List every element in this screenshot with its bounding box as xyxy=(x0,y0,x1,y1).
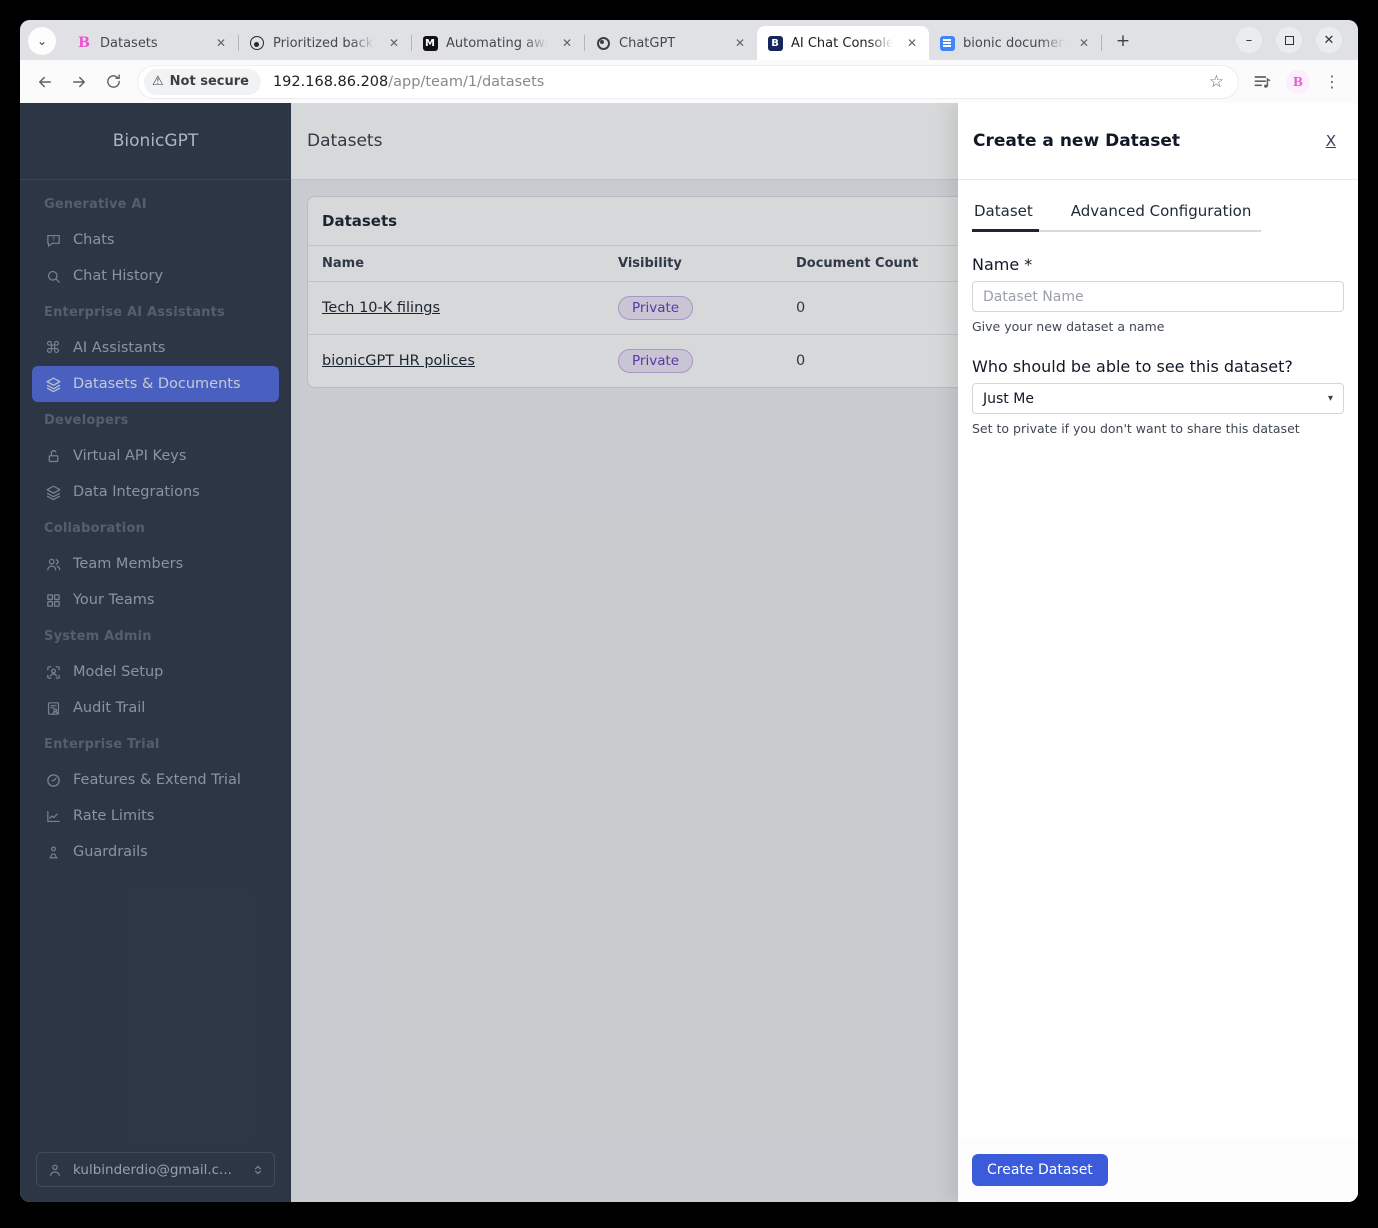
close-window-button[interactable]: ✕ xyxy=(1316,27,1342,53)
window-controls: – ✕ xyxy=(1236,20,1358,60)
browser-window: ⌄ B Datasets ✕ Prioritized backl ✕ M Aut… xyxy=(20,20,1358,1202)
back-icon xyxy=(39,76,51,87)
new-tab-button[interactable]: + xyxy=(1110,28,1136,54)
modal-overlay xyxy=(20,103,958,1202)
maximize-button[interactable] xyxy=(1276,27,1302,53)
reload-icon xyxy=(106,74,120,88)
medium-favicon-icon: M xyxy=(422,35,438,51)
close-icon[interactable]: ✕ xyxy=(558,34,576,52)
security-label: Not secure xyxy=(169,74,249,89)
warning-icon: ⚠ xyxy=(152,74,164,89)
name-label: Name * xyxy=(972,255,1033,274)
tab-search-button[interactable]: ⌄ xyxy=(28,27,56,55)
address-bar[interactable]: ⚠ Not secure 192.168.86.208/app/team/1/d… xyxy=(138,65,1238,98)
panel-title: Create a new Dataset xyxy=(973,131,1181,151)
tab-automating[interactable]: M Automating awa ✕ xyxy=(412,26,584,60)
panel-footer: Create Dataset xyxy=(958,1139,1358,1202)
bookmark-star-icon[interactable]: ☆ xyxy=(1203,72,1230,92)
security-chip[interactable]: ⚠ Not secure xyxy=(144,68,261,95)
bionicgpt-favicon-icon: B xyxy=(78,35,90,51)
close-icon[interactable]: ✕ xyxy=(212,34,230,52)
browser-toolbar: ⚠ Not secure 192.168.86.208/app/team/1/d… xyxy=(20,60,1358,103)
tab-title: ChatGPT xyxy=(619,35,676,51)
tab-advanced-configuration[interactable]: Advanced Configuration xyxy=(1069,196,1258,232)
back-button[interactable] xyxy=(30,67,60,97)
name-help-text: Give your new dataset a name xyxy=(972,319,1165,334)
visibility-help-text: Set to private if you don't want to shar… xyxy=(972,421,1300,436)
close-icon[interactable]: ✕ xyxy=(731,34,749,52)
tab-datasets[interactable]: B Datasets ✕ xyxy=(66,26,238,60)
tab-chatgpt[interactable]: ChatGPT ✕ xyxy=(585,26,757,60)
bionic-navy-favicon-icon: B xyxy=(767,35,783,51)
caret-down-icon: ▾ xyxy=(1327,393,1333,404)
tab-separator xyxy=(1101,35,1102,51)
media-controls-icon[interactable] xyxy=(1252,72,1272,92)
url-text: 192.168.86.208/app/team/1/datasets xyxy=(273,74,1203,90)
visibility-selected-value: Just Me xyxy=(983,390,1034,407)
tab-title: Automating awa xyxy=(446,35,550,51)
create-dataset-button[interactable]: Create Dataset xyxy=(972,1154,1108,1186)
dataset-name-input[interactable] xyxy=(972,281,1344,312)
close-icon[interactable]: ✕ xyxy=(385,34,403,52)
tab-bionic-document[interactable]: bionic document ✕ xyxy=(929,26,1101,60)
chatgpt-favicon-icon xyxy=(595,35,611,51)
visibility-label: Who should be able to see this dataset? xyxy=(972,357,1293,376)
browser-menu-button[interactable]: ⋮ xyxy=(1324,72,1340,91)
toolbar-right: B ⋮ xyxy=(1248,69,1348,94)
page-content: BionicGPT Generative AI ? Chats Chat His… xyxy=(20,103,1358,1202)
panel-body: Dataset Advanced Configuration Name * Gi… xyxy=(958,180,1358,1139)
tab-strip: ⌄ B Datasets ✕ Prioritized backl ✕ M Aut… xyxy=(20,20,1358,60)
create-dataset-panel: Create a new Dataset X Dataset Advanced … xyxy=(958,103,1358,1202)
close-icon[interactable]: ✕ xyxy=(1075,34,1093,52)
minimize-button[interactable]: – xyxy=(1236,27,1262,53)
bionicgpt-extension-icon[interactable]: B xyxy=(1286,69,1310,94)
panel-tabs: Dataset Advanced Configuration xyxy=(972,196,1262,232)
panel-header: Create a new Dataset X xyxy=(958,103,1358,180)
close-icon[interactable]: ✕ xyxy=(903,34,921,52)
document-favicon-icon xyxy=(939,35,955,51)
tab-title: Datasets xyxy=(100,35,158,51)
url-host: 192.168.86.208 xyxy=(272,73,389,90)
url-path: /app/team/1/datasets xyxy=(388,73,545,90)
tab-prioritized-backlog[interactable]: Prioritized backl ✕ xyxy=(239,26,411,60)
visibility-select[interactable]: Just Me ▾ xyxy=(972,383,1344,414)
tab-title: AI Chat Console xyxy=(791,35,894,51)
tab-ai-chat-console-active[interactable]: B AI Chat Console ✕ xyxy=(757,26,929,60)
forward-icon xyxy=(73,76,85,87)
forward-button[interactable] xyxy=(64,67,94,97)
tab-dataset[interactable]: Dataset xyxy=(972,196,1039,232)
panel-close-button[interactable]: X xyxy=(1326,132,1336,150)
chevron-down-icon: ⌄ xyxy=(36,34,48,48)
reload-button[interactable] xyxy=(98,67,128,97)
maximize-icon xyxy=(1284,35,1294,45)
tab-title: Prioritized backl xyxy=(273,35,377,51)
tab-title: bionic document xyxy=(963,35,1067,51)
github-favicon-icon xyxy=(249,35,265,51)
